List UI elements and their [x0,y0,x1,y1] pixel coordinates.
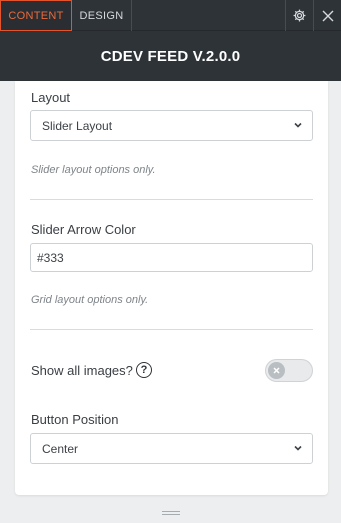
show-all-images-label: Show all images? [31,363,133,378]
resize-handle[interactable] [162,511,180,517]
panel-title: CDEV FEED V.2.0.0 [100,47,241,65]
layout-hint: Slider layout options only. [31,164,156,176]
panel-header: CDEV FEED V.2.0.0 [0,31,341,81]
arrow-color-hint: Grid layout options only. [31,294,149,306]
arrow-color-value: #333 [37,250,64,265]
arrow-color-input[interactable]: #333 [30,243,313,272]
close-icon[interactable] [313,0,341,31]
show-all-images-toggle[interactable] [265,359,313,382]
divider [30,329,313,330]
close-icon [273,367,280,374]
gear-icon[interactable] [285,0,313,31]
divider [30,199,313,200]
chevron-down-icon [294,122,302,128]
help-icon[interactable]: ? [136,362,152,378]
layout-select[interactable]: Slider Layout [30,110,313,141]
toggle-knob [268,362,285,379]
layout-select-value: Slider Layout [42,118,113,133]
button-position-value: Center [42,441,79,456]
button-position-label: Button Position [31,412,119,427]
button-position-select[interactable]: Center [30,433,313,464]
chevron-down-icon [294,445,302,451]
tab-design[interactable]: Design [72,0,132,31]
settings-panel: Layout Slider Layout Slider layout optio… [15,81,328,495]
help-glyph: ? [140,364,148,376]
top-tab-bar: Content Design [0,0,341,31]
layout-label: Layout [31,90,71,105]
tab-content[interactable]: Content [0,0,72,31]
arrow-color-label: Slider Arrow Color [31,222,136,237]
